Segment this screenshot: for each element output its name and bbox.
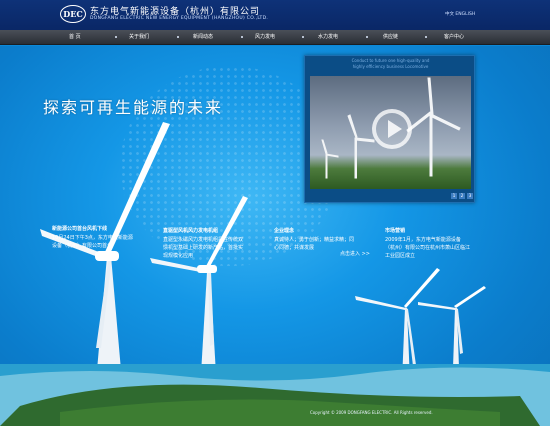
dec-logo[interactable]: DEC: [60, 5, 86, 23]
site-header: DEC 东方电气新能源设备（杭州）有限公司 DONGFANG ELECTRIC …: [0, 0, 550, 30]
news-body: 2009年1月，东方电气新能源设备（杭州）有限公司在杭州市萧山区临江工业园区成立: [385, 237, 471, 259]
language-switch[interactable]: 中文 ENGLISH: [445, 11, 475, 17]
nav-separator: [177, 36, 179, 38]
nav-item-supply[interactable]: 供应链: [383, 30, 398, 45]
nav-separator: [115, 36, 117, 38]
nav-item-customer[interactable]: 客户中心: [444, 30, 464, 45]
nav-separator: [302, 36, 304, 38]
nav-item-home[interactable]: 首 页: [69, 30, 81, 45]
news-title[interactable]: 市场营销: [385, 227, 470, 234]
play-button-icon[interactable]: [372, 109, 412, 149]
nav-item-news[interactable]: 新闻动态: [193, 30, 213, 45]
news-title[interactable]: 企业理念: [274, 227, 356, 234]
nav-item-about[interactable]: 关于我们: [129, 30, 149, 45]
video-page-3[interactable]: 3: [467, 193, 473, 199]
hero-slogan: 探索可再生能源的未来: [43, 98, 224, 117]
nav-item-hydro[interactable]: 水力发电: [318, 30, 338, 45]
video-page-2[interactable]: 2: [459, 193, 465, 199]
news-title[interactable]: 新能源公司首台风机下线: [52, 225, 134, 232]
hero-banner: 探索可再生能源的未来 Conduct to future one high-qu…: [0, 46, 550, 426]
news-title[interactable]: 直驱型风机风力发电机组: [163, 227, 245, 234]
nav-item-wind[interactable]: 风力发电: [255, 30, 275, 45]
nav-separator: [425, 36, 427, 38]
video-thumbnail[interactable]: [310, 76, 471, 189]
main-nav: 首 页 关于我们 新闻动态 风力发电 水力发电 供应链 客户中心: [0, 30, 550, 45]
video-page-1[interactable]: 1: [451, 193, 457, 199]
footer-copyright: Copyright © 2009 DONGFANG ELECTRIC. All …: [310, 410, 433, 415]
news-column-2: 直驱型风机风力发电机组 直驱型永磁风力发电机组是在传统双馈机型基础上研发的新产品…: [163, 227, 245, 260]
news-column-1: 新能源公司首台风机下线 10月24日下午3点，东方电气新能源设备（杭州）有限公司…: [52, 225, 134, 250]
more-link[interactable]: 点击进入 >>: [340, 250, 370, 257]
news-column-4: 市场营销 2009年1月，东方电气新能源设备（杭州）有限公司在杭州市萧山区临江工…: [385, 227, 470, 260]
news-column-3: 企业理念 真诚待人；勇于创新；精益求精；同心同德；共谋发展: [274, 227, 356, 252]
news-body: 10月24日下午3点，东方电气新能源设备（杭州）有限公司首台: [52, 235, 133, 249]
video-panel: Conduct to future one high-quality and h…: [304, 55, 475, 203]
nav-separator: [366, 36, 368, 38]
news-body: 直驱型永磁风力发电机组是在传统双馈机型基础上研发的新产品，首批实现规模化应用: [163, 237, 244, 259]
nav-separator: [241, 36, 243, 38]
video-caption: Conduct to future one high-quality and h…: [351, 58, 430, 69]
company-name-en: DONGFANG ELECTRIC NEW ENERGY EQUIPMENT (…: [90, 16, 269, 21]
